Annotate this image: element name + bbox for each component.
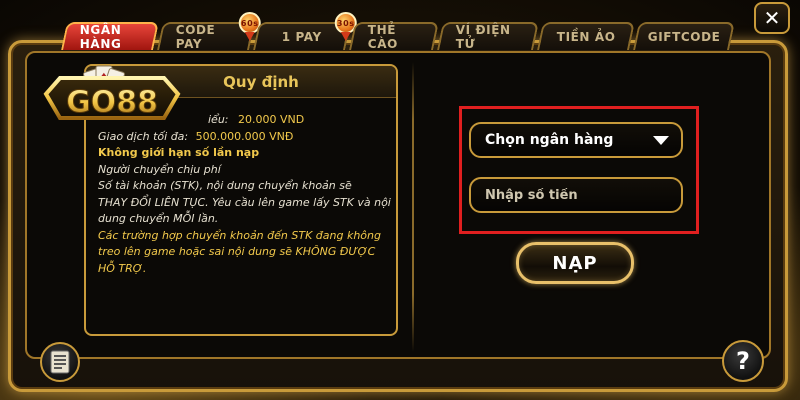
amount-input[interactable] (469, 177, 683, 213)
tab-label: 1 PAY (281, 30, 322, 44)
rule-line-3: dung chuyển MỖI lần. (98, 212, 219, 225)
tab-label: TIỀN ẢO (556, 30, 616, 44)
tab-label: VÍ ĐIỆN TỬ (455, 23, 511, 51)
rule-fee: Người chuyển chịu phí (98, 162, 221, 176)
tab-label: CODE PAY (175, 23, 216, 51)
logo-graphic: ♠ GO88 (43, 65, 181, 121)
bank-select[interactable]: Chọn ngân hàng (469, 122, 683, 158)
rule-max-label: Giao dịch tối đa: (98, 129, 189, 143)
tab-ngan-hang[interactable]: NGÂN HÀNG (61, 22, 159, 51)
history-button[interactable] (40, 342, 80, 382)
close-icon: ✕ (763, 6, 781, 30)
rule-min-value: 20.000 VND (238, 113, 305, 126)
close-button[interactable]: ✕ (754, 2, 790, 34)
rule-line-6: HỖ TRỢ. (98, 261, 147, 275)
rule-line-2: THAY ĐỔI LIÊN TỤC. Yêu cầu lên game lấy … (98, 195, 391, 209)
rule-line-4: Các trường hợp chuyển khoản đến STK đang… (98, 228, 381, 242)
rule-unlimited: Không giới hạn số lần nạp (98, 146, 260, 159)
tab-1-pay[interactable]: 1 PAY 30s (253, 12, 357, 50)
tab-bar: NGÂN HÀNG CODE PAY 60s 1 PAY 30s THẺ CÀO… (61, 12, 735, 52)
tab-the-cao[interactable]: THẺ CÀO (349, 22, 439, 51)
tab-label: NGÂN HÀNG (79, 23, 122, 51)
logo-text: GO88 (66, 85, 158, 120)
rule-max: Giao dịch tối đa: 500.000.000 VNĐ (98, 129, 386, 146)
caret-down-icon (653, 136, 669, 145)
tab-giftcode[interactable]: GIFTCODE (633, 22, 735, 50)
document-icon (50, 350, 70, 374)
bank-select-label: Chọn ngân hàng (485, 132, 614, 148)
tab-label: THẺ CÀO (367, 23, 398, 51)
deposit-button[interactable]: NẠP (516, 242, 634, 284)
help-button[interactable]: ? (722, 340, 764, 382)
rule-min-label: iểu: (208, 113, 229, 126)
rule-line-5: treo lên game hoặc sai nội dung sẽ KHÔNG… (98, 245, 376, 258)
rule-max-value: 500.000.000 VNĐ (195, 129, 294, 143)
tab-tien-ao[interactable]: TIỀN ẢO (537, 22, 635, 50)
go88-logo: ♠ GO88 (32, 62, 192, 126)
panel-divider (412, 62, 414, 352)
tab-vi-dien-tu[interactable]: VÍ ĐIỆN TỬ (437, 22, 539, 51)
rule-line-1: Số tài khoản (STK), nội dung chuyển khoả… (98, 179, 352, 192)
tab-label: GIFTCODE (647, 30, 721, 44)
question-icon: ? (736, 347, 750, 375)
tab-code-pay[interactable]: CODE PAY 60s (157, 12, 261, 51)
